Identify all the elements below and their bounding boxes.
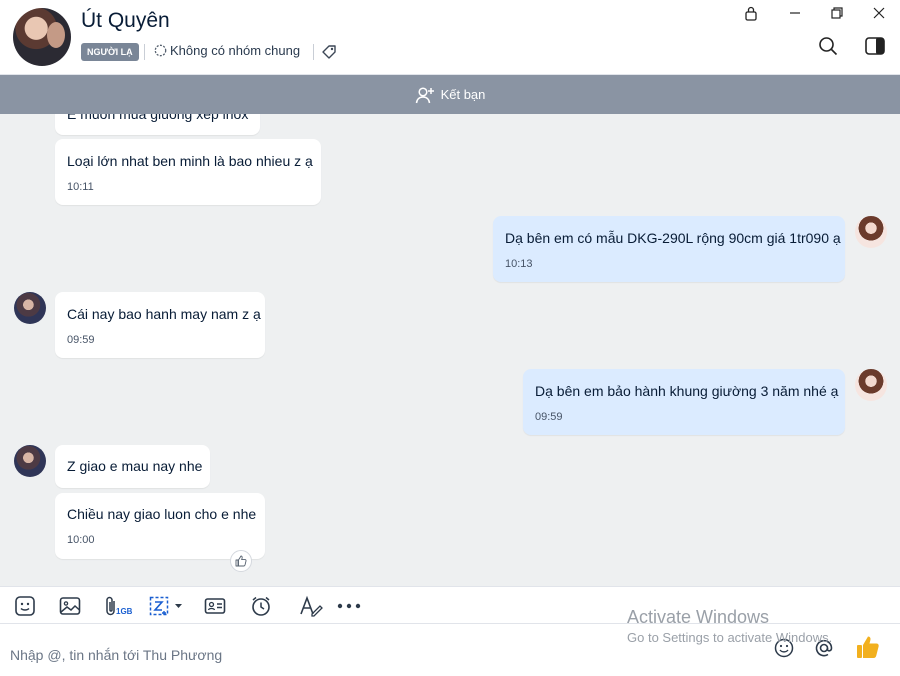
message-bubble[interactable]: Loại lớn nhat ben minh là bao nhieu z ạ … bbox=[55, 139, 321, 205]
message-composer[interactable]: Nhập @, tin nhắn tới Thu Phương bbox=[0, 624, 900, 676]
add-friend-label: Kết bạn bbox=[440, 87, 486, 102]
text-format-button[interactable] bbox=[299, 595, 323, 617]
screenshot-icon bbox=[149, 596, 182, 616]
more-icon bbox=[337, 603, 361, 609]
emoji-icon[interactable] bbox=[773, 637, 795, 659]
my-avatar[interactable] bbox=[855, 216, 887, 248]
contact-name[interactable]: Út Quyên bbox=[81, 9, 170, 33]
divider bbox=[144, 44, 145, 60]
quick-like-icon[interactable] bbox=[855, 634, 881, 660]
reminder-button[interactable] bbox=[250, 595, 272, 617]
sticker-icon bbox=[15, 596, 35, 616]
my-avatar[interactable] bbox=[855, 369, 887, 401]
message-time: 09:59 bbox=[535, 411, 563, 423]
close-icon[interactable] bbox=[869, 3, 889, 23]
more-button[interactable] bbox=[336, 595, 362, 617]
message-bubble[interactable]: E muon mua giuong xep inox bbox=[55, 114, 260, 135]
add-friend-icon bbox=[415, 86, 434, 103]
message-text: Dạ bên em có mẫu DKG-290L rộng 90cm giá … bbox=[505, 230, 841, 246]
contact-card-button[interactable] bbox=[204, 595, 226, 617]
message-bubble[interactable]: Chiều nay giao luon cho e nhe 10:00 bbox=[55, 493, 265, 559]
message-text: Chiều nay giao luon cho e nhe bbox=[67, 506, 257, 522]
sticker-button[interactable] bbox=[14, 595, 36, 617]
message-time: 10:00 bbox=[67, 534, 95, 546]
screenshot-button[interactable] bbox=[149, 595, 185, 617]
attach-file-button[interactable]: 1GB bbox=[104, 595, 132, 617]
sidebar-toggle-icon[interactable] bbox=[864, 35, 886, 57]
minimize-icon[interactable] bbox=[785, 3, 805, 23]
composer-toolbar: 1GB bbox=[0, 586, 900, 624]
message-bubble[interactable]: Cái nay bao hanh may nam z ạ 09:59 bbox=[55, 292, 265, 358]
image-button[interactable] bbox=[59, 595, 81, 617]
message-text: Z giao e mau nay nhe bbox=[67, 458, 203, 474]
message-time: 09:59 bbox=[67, 334, 95, 346]
divider bbox=[313, 44, 314, 60]
message-time: 10:11 bbox=[67, 181, 94, 193]
contact-avatar[interactable] bbox=[13, 8, 71, 66]
common-groups-label: Không có nhóm chung bbox=[170, 43, 301, 58]
stranger-badge: NGƯỜI LẠ bbox=[81, 43, 139, 61]
contact-card-icon bbox=[204, 598, 226, 614]
message-text: Loại lớn nhat ben minh là bao nhieu z ạ bbox=[67, 153, 313, 169]
search-icon[interactable] bbox=[817, 35, 839, 57]
restore-icon[interactable] bbox=[827, 3, 847, 23]
message-input[interactable]: Nhập @, tin nhắn tới Thu Phương bbox=[10, 647, 222, 663]
thumbs-up-icon bbox=[235, 555, 247, 567]
message-time: 10:13 bbox=[505, 258, 533, 270]
reminder-icon bbox=[252, 596, 270, 616]
react-like-button[interactable] bbox=[230, 550, 252, 572]
message-list[interactable]: E muon mua giuong xep inox Loại lớn nhat… bbox=[0, 114, 900, 586]
message-text: Cái nay bao hanh may nam z ạ bbox=[67, 306, 261, 322]
message-bubble[interactable]: Dạ bên em bảo hành khung giường 3 năm nh… bbox=[523, 369, 845, 435]
message-text: E muon mua giuong xep inox bbox=[67, 114, 249, 122]
file-size-badge: 1GB bbox=[116, 606, 133, 616]
message-text: Dạ bên em bảo hành khung giường 3 năm nh… bbox=[535, 383, 839, 399]
tag-icon[interactable] bbox=[320, 43, 338, 61]
chat-header: Út Quyên NGƯỜI LẠ Không có nhóm chung bbox=[0, 0, 900, 75]
common-groups[interactable]: Không có nhóm chung bbox=[154, 43, 300, 58]
message-bubble[interactable]: Z giao e mau nay nhe bbox=[55, 445, 210, 488]
image-icon bbox=[59, 597, 81, 615]
lock-icon[interactable] bbox=[741, 3, 761, 23]
add-friend-bar[interactable]: Kết bạn bbox=[0, 75, 900, 114]
message-bubble[interactable]: Dạ bên em có mẫu DKG-290L rộng 90cm giá … bbox=[493, 216, 845, 282]
contact-avatar-small[interactable] bbox=[14, 292, 46, 324]
mention-icon[interactable] bbox=[813, 637, 835, 659]
groups-icon bbox=[154, 44, 167, 57]
text-format-icon bbox=[300, 595, 323, 617]
contact-avatar-small[interactable] bbox=[14, 445, 46, 477]
